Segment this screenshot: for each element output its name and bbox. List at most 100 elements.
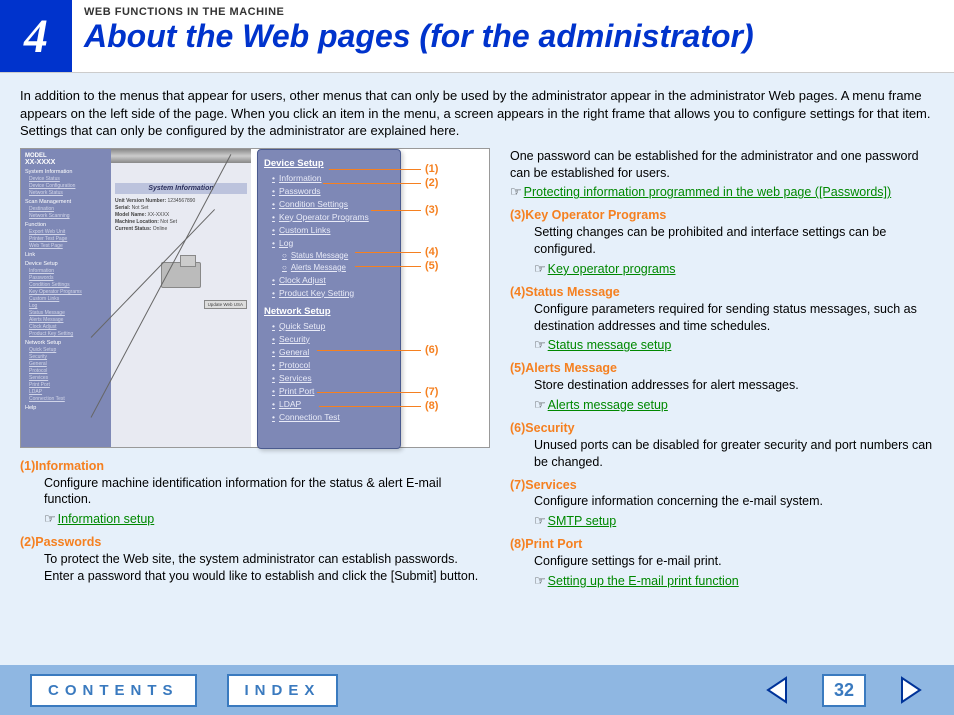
ss-sidebar-item: Printer Test Page bbox=[29, 236, 107, 242]
intro-paragraph: In addition to the menus that appear for… bbox=[0, 73, 954, 148]
popout-item: Information bbox=[272, 173, 394, 183]
popout-item: Services bbox=[272, 373, 394, 383]
ss-sidebar-group: Device Setup bbox=[25, 261, 107, 267]
def-heading: (2)Passwords bbox=[20, 534, 490, 551]
ss-sidebar-item: Device Status bbox=[29, 176, 107, 182]
footer-bar: CONTENTS INDEX 32 bbox=[0, 665, 954, 715]
def-body: Configure machine identification informa… bbox=[44, 475, 490, 509]
right-intro: One password can be established for the … bbox=[510, 148, 934, 182]
ss-sidebar-item: Device Configuration bbox=[29, 183, 107, 189]
def-body: Configure parameters required for sendin… bbox=[534, 301, 934, 335]
ss-sidebar-item: Export Web Unit bbox=[29, 229, 107, 235]
def-body: To protect the Web site, the system admi… bbox=[44, 551, 490, 585]
ss-sidebar-item: Quick Setup bbox=[29, 347, 107, 353]
def-body: Configure settings for e-mail print. bbox=[534, 553, 934, 570]
popout-item: Security bbox=[272, 334, 394, 344]
doc-link[interactable]: Key operator programs bbox=[548, 262, 676, 276]
doc-link[interactable]: SMTP setup bbox=[548, 514, 617, 528]
contents-button[interactable]: CONTENTS bbox=[30, 674, 197, 707]
popout-item: Key Operator Programs bbox=[272, 212, 394, 222]
callout-4: (4) bbox=[425, 246, 438, 258]
ss-main: System Information Unit Version Number: … bbox=[111, 149, 251, 447]
callout-7: (7) bbox=[425, 386, 438, 398]
popout-item: Product Key Setting bbox=[272, 288, 394, 298]
popout-item: Alerts Message bbox=[282, 263, 394, 272]
ss-sidebar-group: Function bbox=[25, 222, 107, 228]
ss-info-row: Model Name: XX-XXXX bbox=[115, 212, 247, 218]
ss-sidebar-item: Protocol bbox=[29, 368, 107, 374]
def-heading: (8)Print Port bbox=[510, 536, 934, 553]
ss-sidebar-item: Condition Settings bbox=[29, 282, 107, 288]
callout-1: (1) bbox=[425, 163, 438, 175]
ss-sidebar-item: Custom Links bbox=[29, 296, 107, 302]
def-heading: (1)Information bbox=[20, 458, 490, 475]
ss-main-title: System Information bbox=[115, 183, 247, 194]
prev-page-arrow[interactable] bbox=[764, 676, 792, 704]
doc-link[interactable]: Setting up the E-mail print function bbox=[548, 574, 739, 588]
ss-sidebar-group: System Information bbox=[25, 169, 107, 175]
def-body: Setting changes can be prohibited and in… bbox=[534, 224, 934, 258]
ss-info-row: Serial: Not Set bbox=[115, 205, 247, 211]
ss-sidebar-item: LDAP bbox=[29, 389, 107, 395]
def-heading: (5)Alerts Message bbox=[510, 360, 934, 377]
ss-info-row: Unit Version Number: 1234567890 bbox=[115, 198, 247, 204]
popout-item: Condition Settings bbox=[272, 199, 394, 209]
next-page-arrow[interactable] bbox=[896, 676, 924, 704]
popout-item: Custom Links bbox=[272, 225, 394, 235]
chapter-number: 4 bbox=[0, 0, 72, 72]
popout-item: Connection Test bbox=[272, 412, 394, 422]
callout-2: (2) bbox=[425, 177, 438, 189]
ss-sidebar-item: Network Status bbox=[29, 190, 107, 196]
ss-sidebar-item: Alerts Message bbox=[29, 317, 107, 323]
ss-sidebar-group: Scan Management bbox=[25, 199, 107, 205]
ss-sidebar-item: Services bbox=[29, 375, 107, 381]
def-body: Unused ports can be disabled for greater… bbox=[534, 437, 934, 471]
ss-sidebar-item: Passwords bbox=[29, 275, 107, 281]
page-title: About the Web pages (for the administrat… bbox=[84, 20, 754, 54]
callout-5: (5) bbox=[425, 260, 438, 272]
link-passwords-protect[interactable]: Protecting information programmed in the… bbox=[524, 185, 892, 199]
callout-3: (3) bbox=[425, 204, 438, 216]
ss-info-row: Machine Location: Not Set bbox=[115, 219, 247, 225]
popout-item: Protocol bbox=[272, 360, 394, 370]
doc-link[interactable]: Information setup bbox=[58, 512, 155, 526]
popout-section-network: Network Setup bbox=[264, 306, 394, 317]
kicker: WEB FUNCTIONS IN THE MACHINE bbox=[84, 6, 754, 18]
ss-popout: Device Setup Information Passwords Conditi… bbox=[257, 149, 401, 449]
index-button[interactable]: INDEX bbox=[227, 674, 339, 707]
popout-item: LDAP bbox=[272, 399, 394, 409]
ss-sidebar-item: Print Port bbox=[29, 382, 107, 388]
popout-item: Clock Adjust bbox=[272, 275, 394, 285]
admin-screenshot: MODEL XX-XXXX System InformationDevice S… bbox=[20, 148, 490, 448]
ss-sidebar-item: Destination bbox=[29, 206, 107, 212]
ss-sidebar-item: Web Test Page bbox=[29, 243, 107, 249]
callout-6: (6) bbox=[425, 344, 438, 356]
ss-sidebar-item: Key Operator Programs bbox=[29, 289, 107, 295]
ss-model: XX-XXXX bbox=[25, 159, 107, 166]
def-heading: (4)Status Message bbox=[510, 284, 934, 301]
popout-item: Print Port bbox=[272, 386, 394, 396]
ss-sidebar-group: Network Setup bbox=[25, 340, 107, 346]
ss-sidebar-item: Network Scanning bbox=[29, 213, 107, 219]
popout-section-device: Device Setup bbox=[264, 158, 394, 169]
ss-sidebar-item: Clock Adjust bbox=[29, 324, 107, 330]
ss-sidebar-item: Connection Test bbox=[29, 396, 107, 402]
def-heading: (7)Services bbox=[510, 477, 934, 494]
doc-link[interactable]: Alerts message setup bbox=[548, 398, 668, 412]
ss-update-button: Update Web USA bbox=[204, 300, 247, 309]
ss-sidebar-group: Link bbox=[25, 252, 107, 258]
ss-sidebar-item: Security bbox=[29, 354, 107, 360]
doc-link[interactable]: Status message setup bbox=[548, 338, 672, 352]
ss-sidebar-item: Log bbox=[29, 303, 107, 309]
popout-item: Passwords bbox=[272, 186, 394, 196]
def-heading: (6)Security bbox=[510, 420, 934, 437]
ss-sidebar-item: Status Message bbox=[29, 310, 107, 316]
popout-item: Log bbox=[272, 238, 394, 248]
def-heading: (3)Key Operator Programs bbox=[510, 207, 934, 224]
ss-info-row: Current Status: Online bbox=[115, 226, 247, 232]
ss-sidebar-item: General bbox=[29, 361, 107, 367]
popout-item: General bbox=[272, 347, 394, 357]
callout-8: (8) bbox=[425, 400, 438, 412]
pointer-icon: ☞ bbox=[510, 184, 522, 199]
def-body: Configure information concerning the e-m… bbox=[534, 493, 934, 510]
